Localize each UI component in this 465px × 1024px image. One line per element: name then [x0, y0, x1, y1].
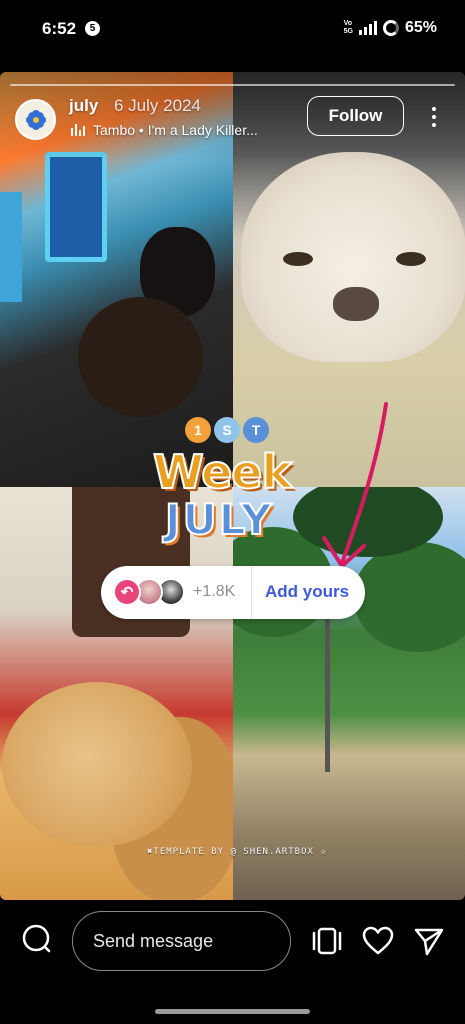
- participant-count: +1.8K: [193, 583, 236, 600]
- add-yours-button[interactable]: Add yours: [265, 582, 349, 602]
- story-progress-bar: [10, 84, 455, 86]
- network-label: Vo 5G: [344, 20, 353, 36]
- home-indicator[interactable]: [155, 1009, 310, 1014]
- story-date: 6 July 2024: [114, 96, 201, 115]
- music-title: Tambo • I'm a Lady Killer...: [93, 122, 258, 138]
- sticker-dots: 1 S T: [185, 417, 269, 443]
- status-right: Vo 5G 65%: [344, 19, 437, 37]
- camera-icon[interactable]: [20, 922, 52, 954]
- music-bars-icon: [71, 124, 85, 136]
- network-label-top: Vo: [343, 20, 353, 27]
- battery-icon: [382, 20, 399, 36]
- sticker-july-text: JULY: [164, 494, 274, 545]
- status-bar: 6:52 5 Vo 5G 65%: [0, 0, 465, 62]
- more-vertical-icon[interactable]: [422, 102, 446, 132]
- send-message-input[interactable]: [72, 911, 291, 971]
- status-time: 6:52: [42, 19, 77, 38]
- arrow-doodle: [322, 402, 388, 568]
- participant-avatars: ↶: [113, 578, 187, 608]
- flower-icon: [25, 109, 46, 130]
- sticker-week-text: Week: [152, 444, 293, 500]
- username[interactable]: july: [69, 96, 98, 116]
- week-july-sticker: 1 S T Week JULY: [135, 407, 335, 557]
- sticker-dot: T: [243, 417, 269, 443]
- network-label-bottom: 5G: [343, 28, 353, 35]
- template-credit: ✖TEMPLATE BY @ SHEN.ARTBOX ✰: [147, 847, 327, 857]
- notification-badge: 5: [85, 21, 100, 36]
- avatar[interactable]: [15, 99, 56, 140]
- send-icon[interactable]: [413, 926, 445, 956]
- return-arrow-icon: ↶: [113, 578, 141, 606]
- reels-icon[interactable]: [311, 926, 343, 956]
- sticker-dot: 1: [185, 417, 211, 443]
- add-yours-sticker[interactable]: ↶ +1.8K Add yours: [101, 566, 365, 619]
- signal-icon: [358, 21, 377, 35]
- music-info[interactable]: Tambo • I'm a Lady Killer...: [71, 122, 258, 138]
- bottom-bar: [0, 900, 465, 1024]
- story-viewer[interactable]: july 6 July 2024 Tambo • I'm a Lady Kill…: [0, 72, 465, 900]
- follow-button[interactable]: Follow: [307, 96, 404, 136]
- story-header: july 6 July 2024 Tambo • I'm a Lady Kill…: [0, 72, 465, 162]
- heart-icon[interactable]: [362, 926, 394, 956]
- divider: [251, 566, 252, 619]
- sticker-dot: S: [214, 417, 240, 443]
- battery-level: 65%: [404, 19, 437, 36]
